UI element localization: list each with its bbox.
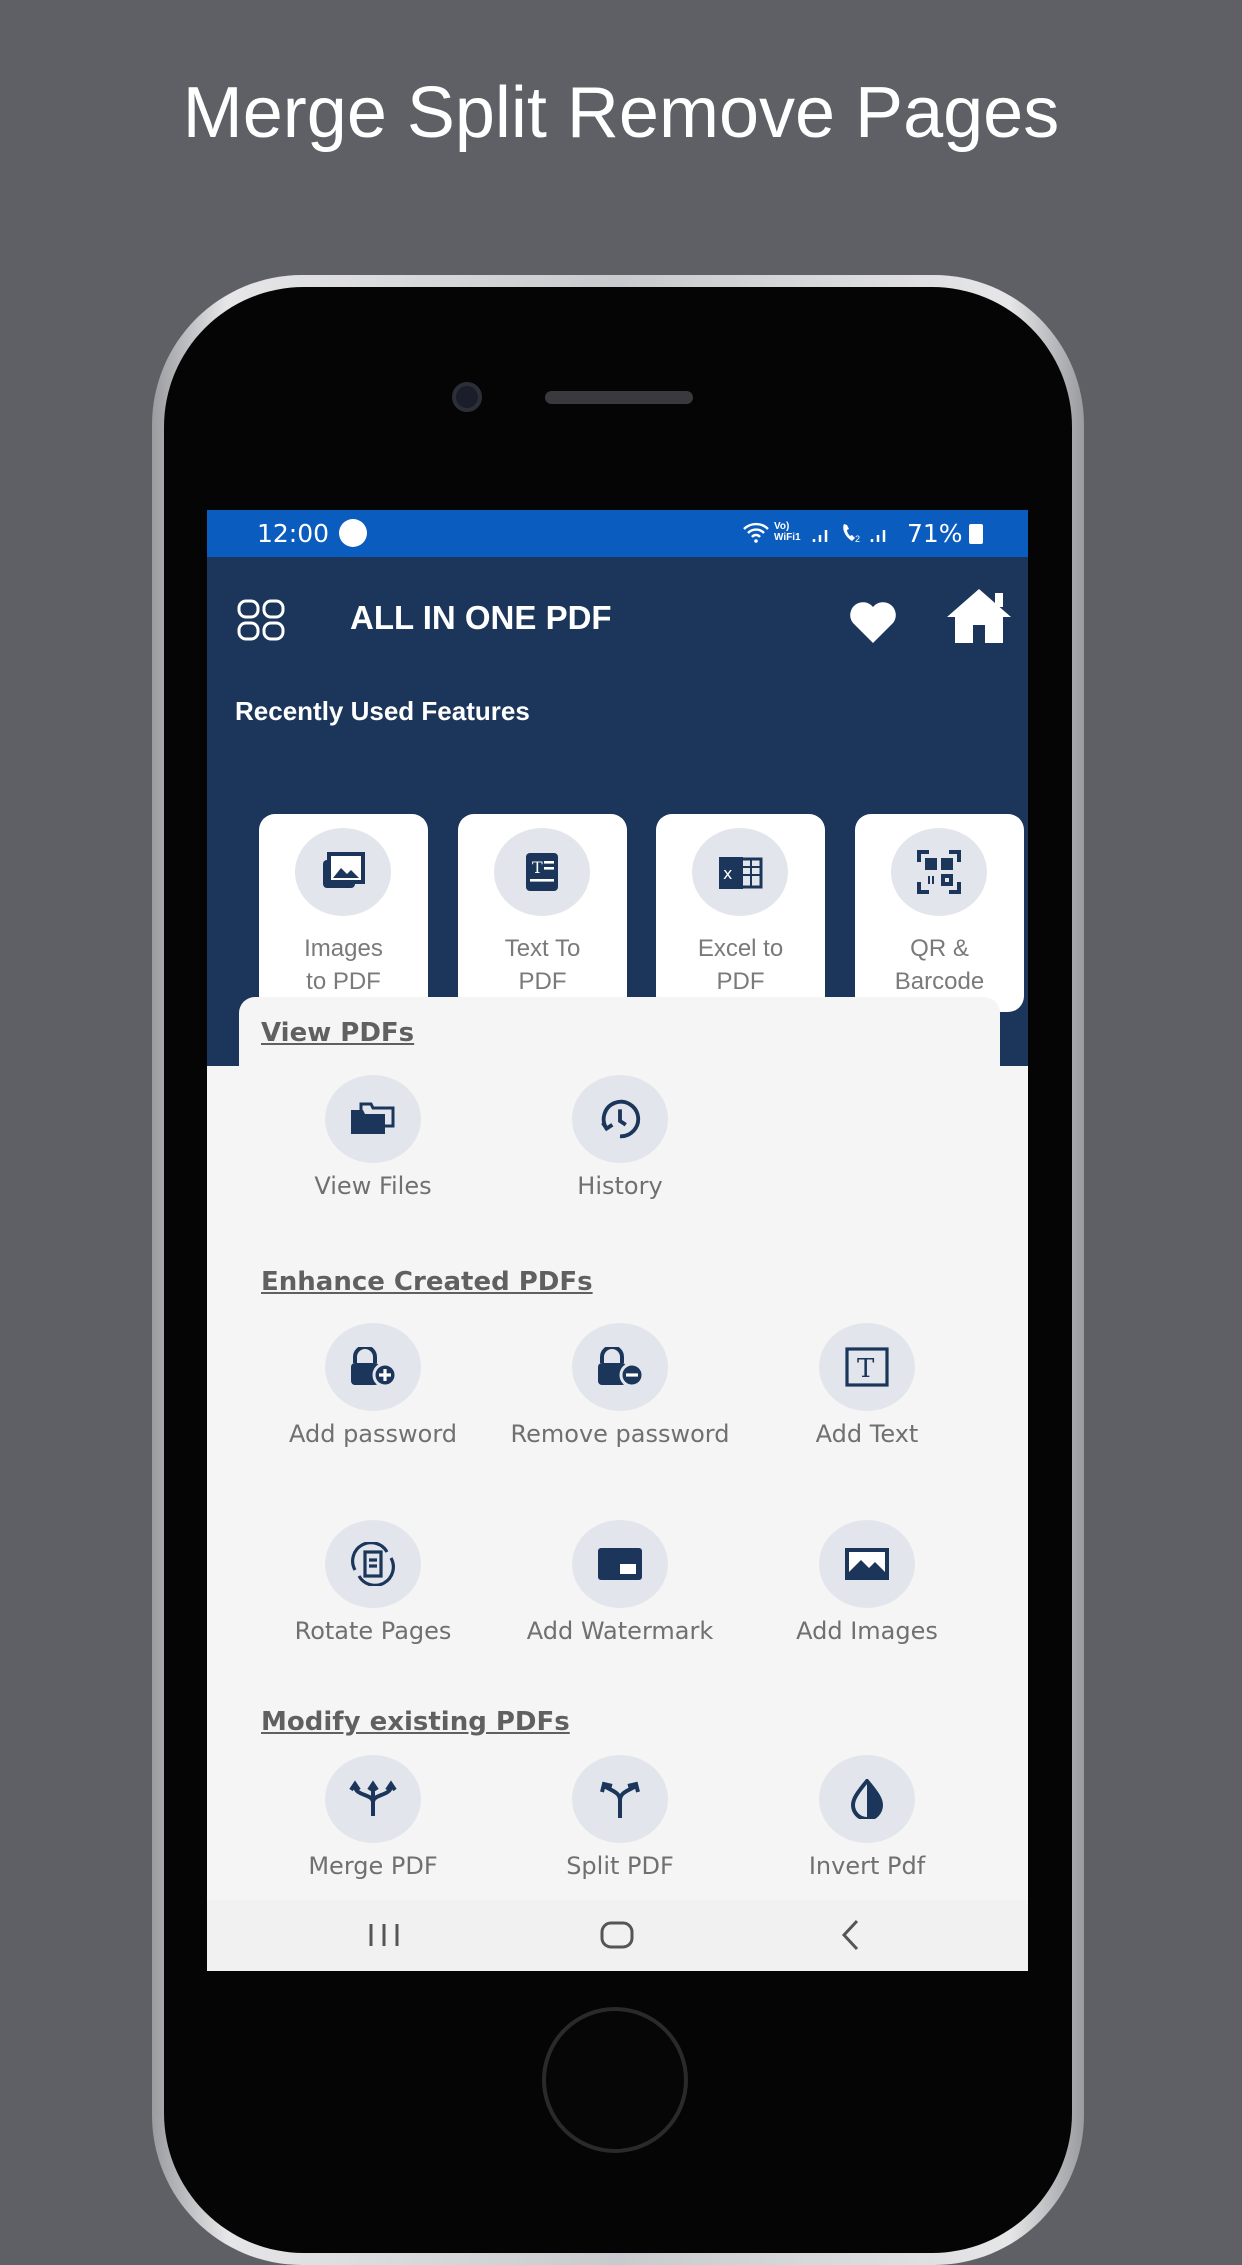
signal-2-icon — [869, 522, 889, 544]
history-icon — [572, 1075, 668, 1163]
svg-text:T: T — [857, 1354, 875, 1384]
wifi-calling-icon: 2 — [840, 521, 866, 545]
card-label-line: to PDF — [306, 968, 381, 995]
folders-icon — [325, 1075, 421, 1163]
system-nav-bar — [207, 1900, 1028, 1971]
feature-label: Rotate Pages — [294, 1617, 452, 1645]
app-screen: 12:00 Vo) WiFi1 2 71% ALL IN ONE PDF Rec… — [207, 510, 1028, 1971]
recent-card-qr-barcode[interactable]: QR & Barcode — [855, 814, 1024, 1012]
recent-card-excel-to-pdf[interactable]: x Excel to PDF — [656, 814, 825, 1012]
qr-code-icon — [891, 828, 987, 916]
heart-icon[interactable] — [849, 601, 897, 643]
card-label-line: Excel to — [697, 935, 784, 962]
text-box-icon: T — [819, 1323, 915, 1411]
svg-text:T: T — [532, 858, 543, 877]
wifi-icon — [742, 521, 770, 545]
feature-label: View Files — [314, 1172, 432, 1200]
section-heading-view-pdfs: View PDFs — [261, 1018, 415, 1048]
phone-home-button[interactable] — [542, 2007, 688, 2153]
status-time: 12:00 — [257, 519, 330, 548]
camera-icon — [452, 382, 482, 412]
feature-label: Add password — [288, 1420, 458, 1448]
feature-label: Split PDF — [566, 1852, 674, 1880]
recent-apps-icon[interactable] — [367, 1922, 401, 1948]
section-heading-modify: Modify existing PDFs — [261, 1707, 570, 1737]
feature-label: Add Watermark — [526, 1617, 714, 1645]
grid-icon[interactable] — [237, 599, 285, 641]
card-label-line: Barcode — [894, 968, 985, 995]
image-icon — [819, 1520, 915, 1608]
section-heading-enhance: Enhance Created PDFs — [261, 1267, 593, 1297]
excel-icon: x — [692, 828, 788, 916]
feature-label: Merge PDF — [308, 1852, 438, 1880]
invert-icon — [819, 1755, 915, 1843]
promo-title: Merge Split Remove Pages — [182, 73, 1060, 153]
speaker-grille — [545, 391, 693, 404]
rotate-icon — [325, 1520, 421, 1608]
card-label-line: Images — [304, 935, 383, 962]
network-label: Vo) WiFi1 — [774, 521, 801, 543]
lock-minus-icon — [572, 1323, 668, 1411]
text-doc-icon: T — [494, 828, 590, 916]
watermark-icon — [572, 1520, 668, 1608]
feature-label: Add Text — [815, 1420, 919, 1448]
app-header: ALL IN ONE PDF Recently Used Features Im… — [207, 557, 1028, 1066]
battery-level: 71% — [907, 519, 963, 548]
battery-icon — [969, 524, 983, 544]
feature-label: Remove password — [510, 1420, 730, 1448]
images-icon — [295, 828, 391, 916]
card-label-line: PDF — [716, 968, 765, 995]
feature-label: Add Images — [796, 1617, 938, 1645]
signal-1-icon — [811, 522, 831, 544]
home-icon[interactable] — [945, 587, 1013, 645]
back-icon[interactable] — [839, 1918, 861, 1952]
recent-card-images-to-pdf[interactable]: Images to PDF — [259, 814, 428, 1012]
card-label-line: QR & — [910, 935, 969, 962]
svg-text:x: x — [723, 864, 732, 883]
card-label-line: Text To — [504, 935, 581, 962]
merge-icon — [325, 1755, 421, 1843]
feature-label: History — [577, 1172, 663, 1200]
svg-text:2: 2 — [855, 534, 860, 544]
feature-label: Invert Pdf — [808, 1852, 926, 1880]
lock-plus-icon — [325, 1323, 421, 1411]
split-icon — [572, 1755, 668, 1843]
recent-heading: Recently Used Features — [235, 696, 530, 726]
recent-card-text-to-pdf[interactable]: T Text To PDF — [458, 814, 627, 1012]
app-title: ALL IN ONE PDF — [350, 599, 612, 636]
card-label-line: PDF — [518, 968, 567, 995]
call-icon — [339, 519, 367, 547]
status-bar: 12:00 Vo) WiFi1 2 71% — [207, 510, 1028, 557]
home-nav-icon[interactable] — [600, 1920, 634, 1950]
